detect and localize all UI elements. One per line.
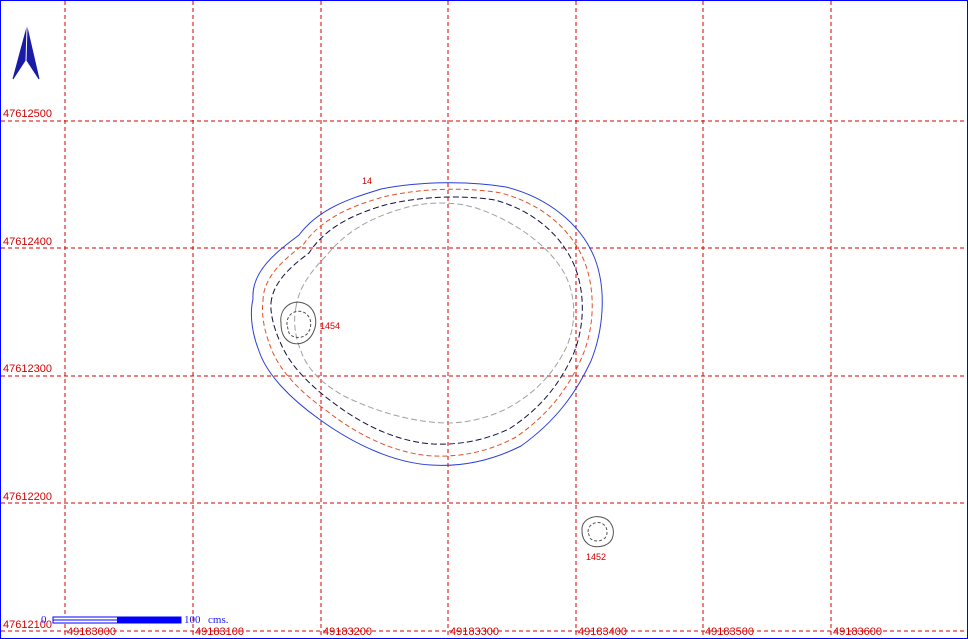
y-label-47612300: 47612300 bbox=[3, 363, 52, 375]
small-feature-1454-inner bbox=[286, 310, 312, 338]
y-coordinate-labels: 47612500 47612400 47612300 47612200 4761… bbox=[3, 108, 52, 631]
contour-red-dashed bbox=[262, 188, 593, 457]
scale-zero-label: 0 bbox=[41, 614, 47, 626]
contour-grey-dashed bbox=[294, 202, 575, 424]
grid-vertical-lines bbox=[64, 1, 832, 638]
small-feature-1452-inner bbox=[587, 522, 608, 542]
contour-outer-blue bbox=[250, 182, 603, 466]
small-feature-1452-outer bbox=[581, 516, 614, 548]
x-label-49183600: 49183600 bbox=[833, 626, 882, 638]
x-label-49183200: 49183200 bbox=[323, 626, 372, 638]
scale-bar-fill bbox=[117, 617, 181, 623]
x-coordinate-labels: 49183000 49183100 49183200 49183300 4918… bbox=[67, 626, 882, 638]
scale-end-label: 100 bbox=[184, 614, 201, 626]
x-label-49183400: 49183400 bbox=[578, 626, 627, 638]
small-feature-1454: 1454 bbox=[280, 301, 340, 345]
small-feature-1452: 1452 bbox=[581, 516, 614, 562]
main-feature-label: 14 bbox=[362, 176, 372, 186]
north-arrow bbox=[12, 26, 40, 80]
x-label-49183500: 49183500 bbox=[705, 626, 754, 638]
small-feature-1452-label: 1452 bbox=[586, 552, 606, 562]
y-label-47612500: 47612500 bbox=[3, 108, 52, 120]
x-label-49183300: 49183300 bbox=[450, 626, 499, 638]
main-feature-contours: 14 bbox=[250, 176, 603, 466]
contour-dark-dashed bbox=[270, 196, 583, 445]
scale-bar: 0 100 cms. bbox=[41, 614, 229, 626]
x-label-49183000: 49183000 bbox=[67, 626, 116, 638]
y-label-47612400: 47612400 bbox=[3, 236, 52, 248]
x-label-49183100: 49183100 bbox=[195, 626, 244, 638]
map-svg: 47612500 47612400 47612300 47612200 4761… bbox=[1, 1, 967, 638]
map-canvas[interactable]: 47612500 47612400 47612300 47612200 4761… bbox=[0, 0, 968, 639]
grid-horizontal-lines bbox=[1, 120, 967, 632]
scale-unit-label: cms. bbox=[208, 614, 229, 626]
y-label-47612200: 47612200 bbox=[3, 491, 52, 503]
small-feature-1454-label: 1454 bbox=[320, 321, 340, 331]
